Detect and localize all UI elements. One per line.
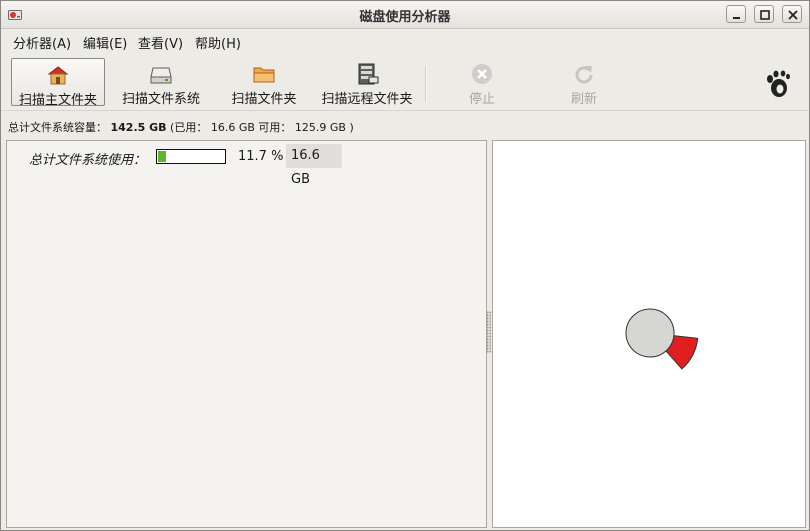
folder-icon — [253, 67, 275, 83]
capacity-line: 总计文件系统容量： 142.5 GB (已用： 16.6 GB 可用： 125.… — [8, 119, 354, 135]
menu-help[interactable]: 帮助(H) — [195, 33, 241, 52]
ring-chart-pane[interactable] — [492, 140, 806, 528]
maximize-button[interactable] — [754, 5, 774, 23]
capacity-used-label: (已用： — [170, 121, 208, 134]
menu-analyzer[interactable]: 分析器(A) — [13, 33, 71, 52]
ring-center-disc[interactable] — [625, 308, 675, 358]
refresh-button[interactable]: 刷新 — [553, 58, 615, 107]
filesystem-usage-row[interactable]: 总计文件系统使用： 11.7 % 16.6 GB — [7, 143, 486, 187]
close-icon — [788, 10, 798, 20]
usage-bar-fill — [158, 151, 166, 162]
capacity-total: 142.5 GB — [110, 121, 167, 134]
stop-icon — [472, 64, 492, 84]
scan-folder-label: 扫描文件夹 — [231, 92, 297, 107]
menu-bar: 分析器(A) 编辑(E) 查看(V) 帮助(H) — [1, 29, 809, 53]
usage-label: 总计文件系统使用： — [29, 153, 147, 168]
usage-percent: 11.7 % — [238, 149, 284, 164]
refresh-icon — [575, 66, 593, 84]
home-folder-icon — [47, 66, 69, 85]
scan-folder-button[interactable]: 扫描文件夹 — [221, 58, 307, 107]
hard-drive-icon — [150, 67, 172, 84]
ring-chart — [625, 308, 699, 370]
minimize-button[interactable] — [726, 5, 746, 23]
maximize-icon — [760, 10, 770, 20]
minimize-icon — [733, 17, 740, 19]
stop-label: 停止 — [468, 92, 495, 107]
capacity-close-paren: ) — [349, 121, 354, 134]
close-button[interactable] — [782, 5, 802, 23]
usage-bar — [156, 149, 226, 164]
capacity-used: 16.6 GB — [210, 121, 255, 134]
scan-home-label: 扫描主文件夹 — [18, 93, 97, 108]
folder-tree-pane[interactable]: 总计文件系统使用： 11.7 % 16.6 GB — [6, 140, 487, 528]
scan-remote-label: 扫描远程文件夹 — [321, 92, 413, 107]
pane-resize-handle[interactable] — [486, 311, 491, 353]
stop-button[interactable]: 停止 — [451, 58, 513, 107]
scan-filesystem-button[interactable]: 扫描文件系统 — [113, 58, 209, 107]
remote-server-icon — [358, 63, 379, 85]
title-bar[interactable]: 磁盘使用分析器 — [1, 1, 809, 29]
gnome-foot-icon — [767, 70, 790, 97]
app-window: 磁盘使用分析器 分析器(A) 编辑(E) 查看(V) 帮助(H) 扫描主文件夹 — [0, 0, 810, 531]
capacity-available-label: 可用： — [258, 121, 292, 134]
menu-view[interactable]: 查看(V) — [138, 33, 183, 52]
toolbar: 扫描主文件夹 扫描文件系统 扫描文件夹 扫描远程文件夹 停止 刷新 — [1, 54, 809, 111]
scan-filesystem-label: 扫描文件系统 — [121, 92, 200, 107]
toolbar-separator — [425, 66, 427, 102]
capacity-available: 125.9 GB — [294, 121, 346, 134]
scan-remote-button[interactable]: 扫描远程文件夹 — [317, 58, 417, 107]
window-title: 磁盘使用分析器 — [359, 10, 451, 25]
capacity-label: 总计文件系统容量： — [8, 121, 107, 134]
scan-home-button[interactable]: 扫描主文件夹 — [11, 58, 105, 108]
refresh-label: 刷新 — [570, 92, 597, 107]
usage-size: 16.6 GB — [286, 144, 342, 187]
menu-edit[interactable]: 编辑(E) — [83, 33, 127, 52]
